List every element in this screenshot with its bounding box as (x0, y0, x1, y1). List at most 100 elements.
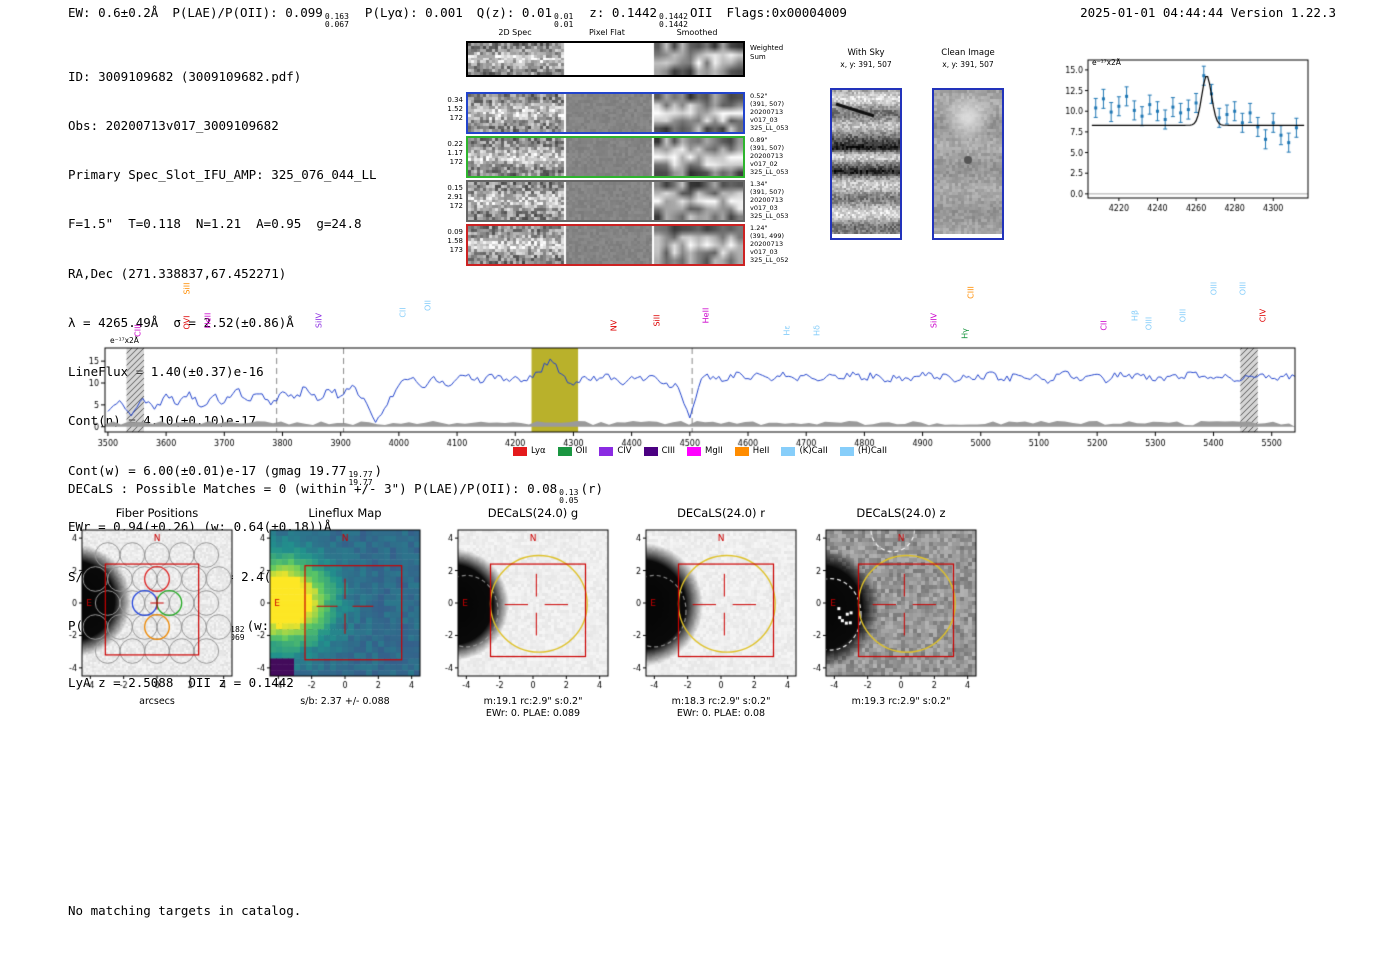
panel-title: Fiber Positions (82, 506, 232, 520)
with-sky-image (830, 88, 902, 240)
panel-title: DECaLS(24.0) r (646, 506, 796, 520)
panel-caption: m:18.3 rc:2.9" s:0.2" (636, 696, 806, 708)
emission-line-label: SiII (652, 299, 663, 343)
elixer-report-page: EW: 0.6±0.2Å P(LAE)/P(OII): 0.0990.1630.0… (0, 0, 1400, 953)
spec2d-row1-weights: 0.341.52172 (438, 96, 463, 123)
qz-value: Q(z): 0.01 (477, 5, 552, 20)
legend-item: HeII (735, 446, 770, 456)
qz-range: 0.010.01 (554, 13, 573, 29)
emission-line-label: Hβ (1130, 294, 1141, 338)
emission-line-label: OIII (1144, 302, 1155, 346)
info-line-id: ID: 3009109682 (3009109682.pdf) (68, 69, 382, 85)
with-sky-canvas (832, 90, 900, 234)
spec2d-row4-canvas (468, 226, 743, 264)
clean-image (932, 88, 1004, 240)
legend-label: (H)CaII (858, 446, 887, 456)
emission-line-label: OIII (1238, 267, 1249, 311)
spec2d-row2-canvas (468, 138, 743, 176)
spec2d-row4-weights: 0.091.58173 (438, 228, 463, 255)
spec2d-row3 (466, 180, 745, 222)
clean-image-canvas (934, 90, 1002, 234)
emission-line-label: OIII (1179, 294, 1190, 338)
z-value: z: 0.1442 (589, 5, 657, 20)
z-type: OII (690, 5, 713, 20)
emission-line-label: NV (609, 304, 620, 348)
footer-line1: No matching targets in catalog. (68, 903, 301, 919)
legend-swatch (735, 447, 749, 456)
legend-item: MgII (687, 446, 723, 456)
ew-value: EW: 0.6±0.2Å (68, 5, 158, 20)
timestamp-version: 2025-01-01 04:44:44 Version 1.22.3 (1080, 5, 1336, 20)
spectrum-legend: LyαOIICIVCIIIMgIIHeII(K)CaII(H)CaII (400, 446, 1000, 456)
emission-line-label: OII (424, 284, 435, 328)
legend-swatch (644, 447, 658, 456)
decals-g-canvas (416, 520, 621, 692)
panel-caption2: EWr: 0. PLAE: 0.089 (448, 708, 618, 720)
emission-line-label: SiIV (929, 299, 940, 343)
fiber-positions-panel: Fiber Positions arcsecs (40, 506, 250, 708)
panel-xlabel: arcsecs (72, 696, 242, 708)
spec2d-row2 (466, 136, 745, 178)
info-line-seeing: F=1.5" T=0.118 N=1.21 A=0.95 g=24.8 (68, 216, 382, 232)
legend-label: MgII (705, 446, 723, 456)
line-fit-plot (1040, 48, 1320, 223)
emission-line-label: CIII (967, 271, 978, 315)
plae-poii-range: 0.1630.067 (325, 13, 349, 29)
emission-line-label: CII (398, 291, 409, 335)
emission-line-label: OVI (182, 301, 193, 345)
plae-poii-value: P(LAE)/P(OII): 0.099 (172, 5, 323, 20)
info-line-amp: Primary Spec_Slot_IFU_AMP: 325_076_044_L… (68, 167, 382, 183)
lineflux-map-canvas (228, 520, 433, 692)
clean-image-title: Clean Image (923, 48, 1013, 58)
legend-label: HeII (753, 446, 770, 456)
panel-title: DECaLS(24.0) g (458, 506, 608, 520)
with-sky-coords: x, y: 391, 507 (821, 60, 911, 69)
decals-r-panel: DECaLS(24.0) r m:18.3 rc:2.9" s:0.2" EWr… (604, 506, 814, 720)
spec2d-row4-annotation: 1.24"(391, 499)20200713v017_03325_LL_052 (750, 224, 814, 264)
decals-z-canvas (784, 520, 989, 692)
legend-swatch (513, 447, 527, 456)
info-line-obs: Obs: 20200713v017_3009109682 (68, 118, 382, 134)
spec2d-row1 (466, 92, 745, 134)
decals-r-canvas (604, 520, 809, 692)
info-line-radec: RA,Dec (271.338837,67.452271) (68, 266, 382, 282)
decals-z-panel: DECaLS(24.0) z m:19.3 rc:2.9" s:0.2" (784, 506, 994, 708)
spec2d-row3-canvas (468, 182, 743, 220)
panel-caption2: EWr: 0. PLAE: 0.08 (636, 708, 806, 720)
plya-value: P(Lyα): 0.001 (365, 5, 463, 20)
z-range: 0.14420.1442 (659, 13, 688, 29)
legend-item: CIV (599, 446, 631, 456)
catalog-footer: No matching targets in catalog. Row inte… (68, 871, 301, 953)
flags-value: Flags:0x00004009 (727, 5, 847, 20)
decals-match-line: DECaLS : Possible Matches = 0 (within +/… (68, 481, 603, 505)
legend-label: CIV (617, 446, 631, 456)
panel-title: DECaLS(24.0) z (826, 506, 976, 520)
emission-line-label: HeII (203, 299, 214, 343)
legend-label: Lyα (531, 446, 546, 456)
col-header-2dspec: 2D Spec (470, 28, 560, 37)
weighted-sum-label: WeightedSum (750, 44, 783, 61)
emission-line-label: OIII (1209, 267, 1220, 311)
line-fit-ylabel: e⁻¹⁷x2Å (1092, 58, 1121, 67)
full-spectrum-plot (60, 342, 1320, 447)
legend-item: (H)CaII (840, 446, 887, 456)
info-line-lambda: λ = 4265.49Å σ = 2.52(±0.86)Å (68, 315, 382, 331)
col-header-smoothed: Smoothed (652, 28, 742, 37)
spec2d-row4 (466, 224, 745, 266)
panel-caption: m:19.1 rc:2.9" s:0.2" (448, 696, 618, 708)
panel-caption: s/b: 2.37 +/- 0.088 (260, 696, 430, 708)
legend-swatch (558, 447, 572, 456)
legend-item: (K)CaII (781, 446, 827, 456)
panel-caption: m:19.3 rc:2.9" s:0.2" (816, 696, 986, 708)
spec2d-sum-strip (466, 41, 745, 77)
decals-g-panel: DECaLS(24.0) g m:19.1 rc:2.9" s:0.2" EWr… (416, 506, 626, 720)
legend-swatch (599, 447, 613, 456)
spec2d-row2-annotation: 0.89"(391, 507)20200713v017_02325_LL_053 (750, 136, 814, 176)
emission-line-label: CII (1099, 304, 1110, 348)
spec2d-row3-weights: 0.152.91172 (438, 184, 463, 211)
panel-title: Lineflux Map (270, 506, 420, 520)
emission-line-label: HeII (701, 294, 712, 338)
emission-line-label: CIV (1259, 294, 1270, 338)
legend-label: (K)CaII (799, 446, 827, 456)
legend-label: CIII (662, 446, 675, 456)
